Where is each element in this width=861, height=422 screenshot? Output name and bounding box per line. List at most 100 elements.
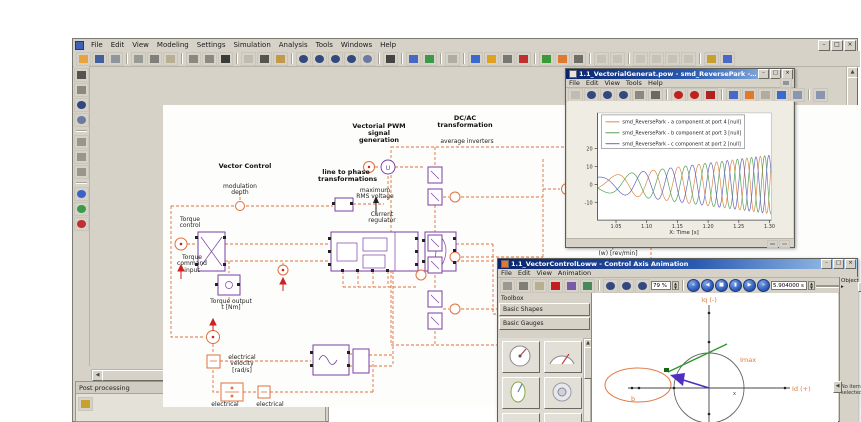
disabled-c-icon[interactable] (633, 52, 648, 66)
anim-time-input[interactable] (771, 281, 807, 290)
save-icon[interactable] (92, 52, 107, 66)
plot-minimize-button[interactable]: – (758, 69, 769, 79)
step-back-button[interactable]: « (687, 279, 700, 292)
zoom-fit-icon[interactable] (344, 52, 359, 66)
stop-button[interactable]: ■ (715, 279, 728, 292)
select-icon[interactable] (568, 88, 583, 102)
pause-button[interactable]: ▮ (729, 279, 742, 292)
zoom-out-icon[interactable] (600, 88, 615, 102)
sim-amber-icon[interactable] (484, 52, 499, 66)
pointer-icon[interactable] (74, 68, 89, 82)
disabled-e-icon[interactable] (665, 52, 680, 66)
gauge-icon[interactable] (790, 88, 805, 102)
plot-menu-view[interactable]: View (601, 79, 622, 87)
plot-chart[interactable]: 1.051.101.151.201.251.30-1001020 smd_Rev… (567, 101, 793, 240)
anim-zoom-spinner[interactable]: ▲▼ (672, 281, 679, 290)
doc-blue-icon[interactable] (720, 52, 735, 66)
plot-menu-file[interactable]: File (566, 79, 583, 87)
zoom-out-icon[interactable] (619, 279, 634, 293)
pan-icon[interactable] (74, 83, 89, 97)
select-icon[interactable] (241, 52, 256, 66)
play-button[interactable]: ▶ (743, 279, 756, 292)
paste-icon[interactable] (163, 52, 178, 66)
redo-icon[interactable] (202, 52, 217, 66)
overview-icon[interactable] (445, 52, 460, 66)
anim-canvas[interactable]: Iq (-) Id (+) Imax b x (592, 293, 838, 422)
zoom-out-icon[interactable] (312, 52, 327, 66)
plot-resize-grip[interactable] (779, 240, 790, 248)
undo-icon[interactable] (186, 52, 201, 66)
sim-red-icon[interactable] (516, 52, 531, 66)
plot-titlebar[interactable]: 1.1_VectorialGenerat.pow - smd_ReversePa… (566, 69, 794, 79)
mdi-minimize-button[interactable]: – (818, 40, 830, 51)
zoom-prev-icon[interactable] (360, 52, 375, 66)
shape-line-icon[interactable] (74, 165, 89, 179)
marker-red-a-icon[interactable] (671, 88, 686, 102)
anim-titlebar[interactable]: 1.1_VectorControlLoww - Control Axis Ani… (498, 259, 857, 269)
panel-green-icon[interactable] (422, 52, 437, 66)
node-red-icon[interactable] (74, 217, 89, 231)
zoom-icon[interactable] (635, 279, 650, 293)
probe-icon[interactable] (74, 113, 89, 127)
plot-status-icon-a[interactable] (767, 240, 778, 248)
menu-analysis[interactable]: Analysis (275, 41, 312, 49)
line-icon[interactable] (383, 52, 398, 66)
copy-icon[interactable] (516, 279, 531, 293)
anim-maximize-button[interactable]: □ (833, 259, 844, 269)
menu-settings[interactable]: Settings (193, 41, 230, 49)
pan-icon[interactable] (632, 88, 647, 102)
disabled-f-icon[interactable] (681, 52, 696, 66)
toolbox-basic-shapes[interactable]: Basic Shapes (499, 303, 590, 316)
pencil-icon[interactable] (704, 52, 719, 66)
disabled-a-icon[interactable] (594, 52, 609, 66)
anim-menu-view[interactable]: View (533, 269, 554, 277)
node-blue-icon[interactable] (74, 187, 89, 201)
shape-rect-icon[interactable] (74, 135, 89, 149)
gauge-meter-button[interactable] (544, 341, 582, 373)
gauge-extra-button-1[interactable] (502, 413, 540, 422)
zoom-window-icon[interactable] (328, 52, 343, 66)
layout-c-icon[interactable] (758, 88, 773, 102)
panel-blue-icon[interactable] (406, 52, 421, 66)
refresh-icon[interactable] (774, 88, 789, 102)
menu-help[interactable]: Help (376, 41, 400, 49)
play-back-button[interactable]: ◀ (701, 279, 714, 292)
layout-a-icon[interactable] (726, 88, 741, 102)
cut-icon[interactable] (500, 279, 515, 293)
print-icon[interactable] (108, 52, 123, 66)
settings-gear-icon[interactable] (571, 52, 586, 66)
run-green-icon[interactable] (539, 52, 554, 66)
menu-modeling[interactable]: Modeling (153, 41, 193, 49)
plot-menu-help[interactable]: Help (645, 79, 666, 87)
toolbox-basic-gauges[interactable]: Basic Gauges (499, 317, 590, 330)
menu-windows[interactable]: Windows (337, 41, 376, 49)
anim-minimize-button[interactable]: – (821, 259, 832, 269)
open-icon[interactable] (76, 52, 91, 66)
run-orange-icon[interactable] (555, 52, 570, 66)
post-processing-tool-button[interactable] (78, 397, 93, 411)
plot-menu-tools[interactable]: Tools (623, 79, 645, 87)
marker-red-b-icon[interactable] (687, 88, 702, 102)
gauge-knob-button[interactable] (544, 377, 582, 409)
menu-tools[interactable]: Tools (312, 41, 337, 49)
gauge-dial-button[interactable] (502, 341, 540, 373)
layout-b-icon[interactable] (742, 88, 757, 102)
cut-icon[interactable] (131, 52, 146, 66)
export-icon[interactable] (813, 88, 828, 102)
anim-time-spinner[interactable]: ▲▼ (808, 281, 815, 290)
erase-icon[interactable] (273, 52, 288, 66)
menu-view[interactable]: View (128, 41, 153, 49)
zoom-fit-icon[interactable] (616, 88, 631, 102)
print-icon[interactable] (780, 78, 792, 88)
disabled-b-icon[interactable] (610, 52, 625, 66)
copy-icon[interactable] (147, 52, 162, 66)
fill-icon[interactable] (580, 279, 595, 293)
delete-red-icon[interactable] (548, 279, 563, 293)
menu-simulation[interactable]: Simulation (229, 41, 274, 49)
anim-zoom-input[interactable] (651, 281, 671, 290)
shape-text-icon[interactable] (74, 150, 89, 164)
draw-line-icon[interactable] (257, 52, 272, 66)
anim-close-button[interactable]: × (845, 259, 856, 269)
disabled-d-icon[interactable] (649, 52, 664, 66)
mdi-restore-button[interactable]: □ (831, 40, 843, 51)
